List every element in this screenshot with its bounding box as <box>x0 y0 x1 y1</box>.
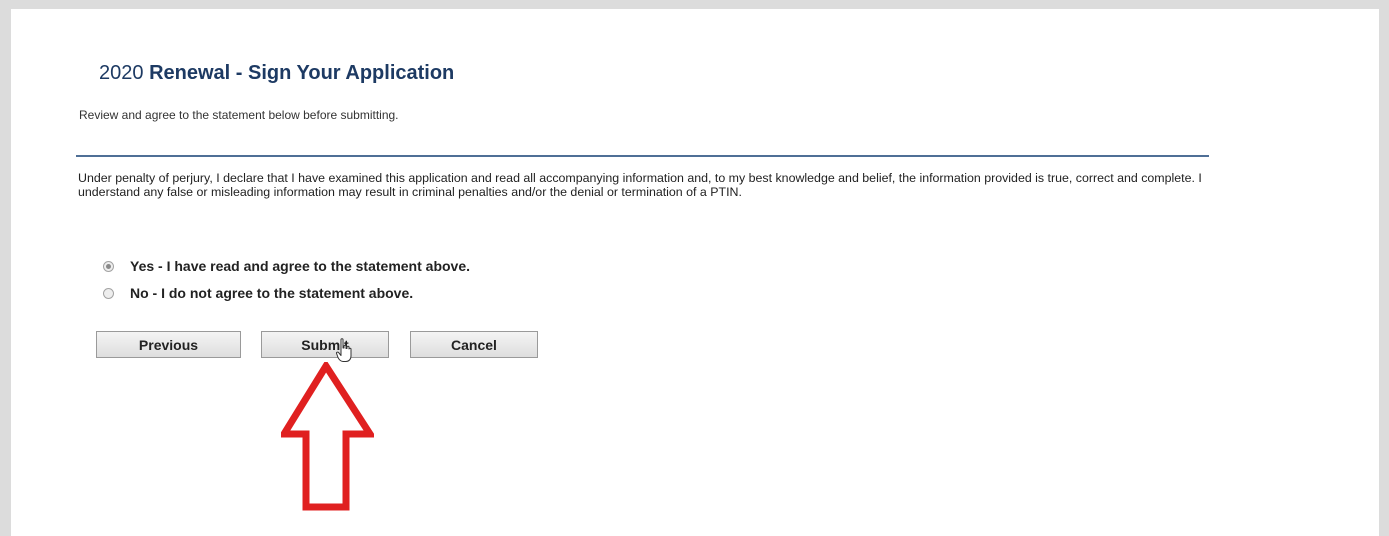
radio-yes-label[interactable]: Yes - I have read and agree to the state… <box>130 258 470 274</box>
previous-button[interactable]: Previous <box>96 331 241 358</box>
page-title-main: Renewal - Sign Your Application <box>149 62 455 84</box>
instruction-text: Review and agree to the statement below … <box>79 108 399 122</box>
agreement-radio-group: Yes - I have read and agree to the state… <box>103 255 470 309</box>
page-title-year: 2020 <box>99 62 144 84</box>
section-divider <box>76 155 1209 157</box>
radio-option-yes[interactable]: Yes - I have read and agree to the state… <box>103 255 470 277</box>
screenshot-frame-left <box>0 0 11 536</box>
screenshot-frame-top <box>0 0 1389 9</box>
radio-yes[interactable] <box>103 260 114 272</box>
pointer-hand-icon <box>336 338 352 362</box>
radio-option-no[interactable]: No - I do not agree to the statement abo… <box>103 282 470 304</box>
radio-no-label[interactable]: No - I do not agree to the statement abo… <box>130 285 413 301</box>
perjury-statement: Under penalty of perjury, I declare that… <box>78 171 1202 199</box>
page-title: 2020 Renewal - Sign Your Application <box>99 62 454 85</box>
submit-button[interactable]: Submit <box>261 331 389 358</box>
screenshot-frame-right <box>1379 0 1389 536</box>
cancel-button[interactable]: Cancel <box>410 331 538 358</box>
radio-no[interactable] <box>103 287 114 299</box>
red-arrow-up-icon <box>281 362 374 511</box>
